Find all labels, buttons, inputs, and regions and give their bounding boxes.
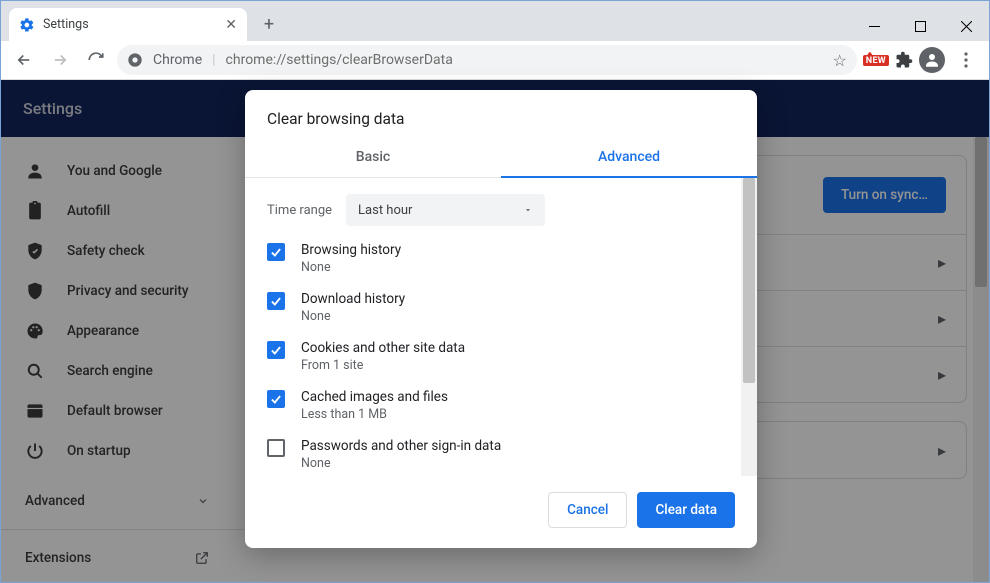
option-subtitle: Less than 1 MB: [301, 407, 448, 422]
option-text: Passwords and other sign-in data None: [301, 438, 501, 471]
clear-browsing-data-dialog: Clear browsing data Basic Advanced Time …: [245, 90, 757, 548]
omnibox-separator: |: [212, 52, 215, 68]
profile-avatar-icon[interactable]: [919, 47, 945, 73]
option-title: Cached images and files: [301, 389, 448, 405]
option-row: Browsing history None: [267, 242, 735, 275]
option-row: Download history None: [267, 291, 735, 324]
option-subtitle: None: [301, 260, 401, 275]
window-controls: [851, 11, 989, 41]
time-range-row: Time range Last hour: [267, 194, 735, 226]
reload-button[interactable]: [81, 45, 111, 75]
menu-dots-icon[interactable]: [951, 45, 981, 75]
toolbar: Chrome | chrome://settings/clearBrowserD…: [1, 41, 989, 80]
option-subtitle: From 1 site: [301, 358, 465, 373]
dialog-body: Time range Last hour Browsing history Non…: [245, 178, 757, 476]
chrome-shield-icon: [127, 52, 143, 68]
time-range-label: Time range: [267, 203, 332, 218]
forward-button[interactable]: [45, 45, 75, 75]
tab-advanced[interactable]: Advanced: [501, 136, 757, 177]
option-subtitle: None: [301, 309, 405, 324]
dialog-title: Clear browsing data: [245, 90, 757, 136]
scrollbar-thumb[interactable]: [743, 178, 755, 383]
option-title: Download history: [301, 291, 405, 307]
dialog-scrollbar[interactable]: [741, 178, 757, 476]
option-title: Passwords and other sign-in data: [301, 438, 501, 454]
dialog-tabs: Basic Advanced: [245, 136, 757, 178]
extensions-icon[interactable]: [895, 51, 913, 69]
option-subtitle: None: [301, 456, 501, 471]
time-range-select[interactable]: Last hour: [346, 194, 545, 226]
address-bar[interactable]: Chrome | chrome://settings/clearBrowserD…: [117, 45, 857, 75]
back-button[interactable]: [9, 45, 39, 75]
chevron-down-icon: [523, 205, 533, 215]
clear-data-button[interactable]: Clear data: [637, 492, 735, 528]
maximize-button[interactable]: [897, 11, 943, 41]
close-tab-icon[interactable]: ✕: [225, 17, 237, 33]
option-row: Cookies and other site data From 1 site: [267, 340, 735, 373]
gear-icon: [19, 17, 35, 33]
option-row: Cached images and files Less than 1 MB: [267, 389, 735, 422]
url-text: chrome://settings/clearBrowserData: [226, 52, 453, 68]
option-text: Download history None: [301, 291, 405, 324]
new-badge[interactable]: NEW: [863, 55, 889, 66]
tab-basic[interactable]: Basic: [245, 136, 501, 177]
option-title: Cookies and other site data: [301, 340, 465, 356]
checkbox[interactable]: [267, 243, 285, 261]
option-text: Cached images and files Less than 1 MB: [301, 389, 448, 422]
titlebar: Settings ✕ +: [1, 1, 989, 41]
checkbox[interactable]: [267, 341, 285, 359]
bookmark-star-icon[interactable]: ☆: [832, 51, 846, 70]
new-tab-button[interactable]: +: [255, 10, 283, 38]
checkbox[interactable]: [267, 439, 285, 457]
minimize-button[interactable]: [851, 11, 897, 41]
option-title: Browsing history: [301, 242, 401, 258]
option-text: Cookies and other site data From 1 site: [301, 340, 465, 373]
browser-tab[interactable]: Settings ✕: [9, 8, 247, 41]
checkbox[interactable]: [267, 292, 285, 310]
time-range-value: Last hour: [358, 203, 412, 218]
option-row: Passwords and other sign-in data None: [267, 438, 735, 471]
option-text: Browsing history None: [301, 242, 401, 275]
tab-title: Settings: [43, 17, 89, 32]
chrome-label: Chrome: [153, 52, 202, 68]
cancel-button[interactable]: Cancel: [548, 492, 627, 528]
checkbox[interactable]: [267, 390, 285, 408]
dialog-footer: Cancel Clear data: [245, 476, 757, 548]
close-window-button[interactable]: [943, 11, 989, 41]
